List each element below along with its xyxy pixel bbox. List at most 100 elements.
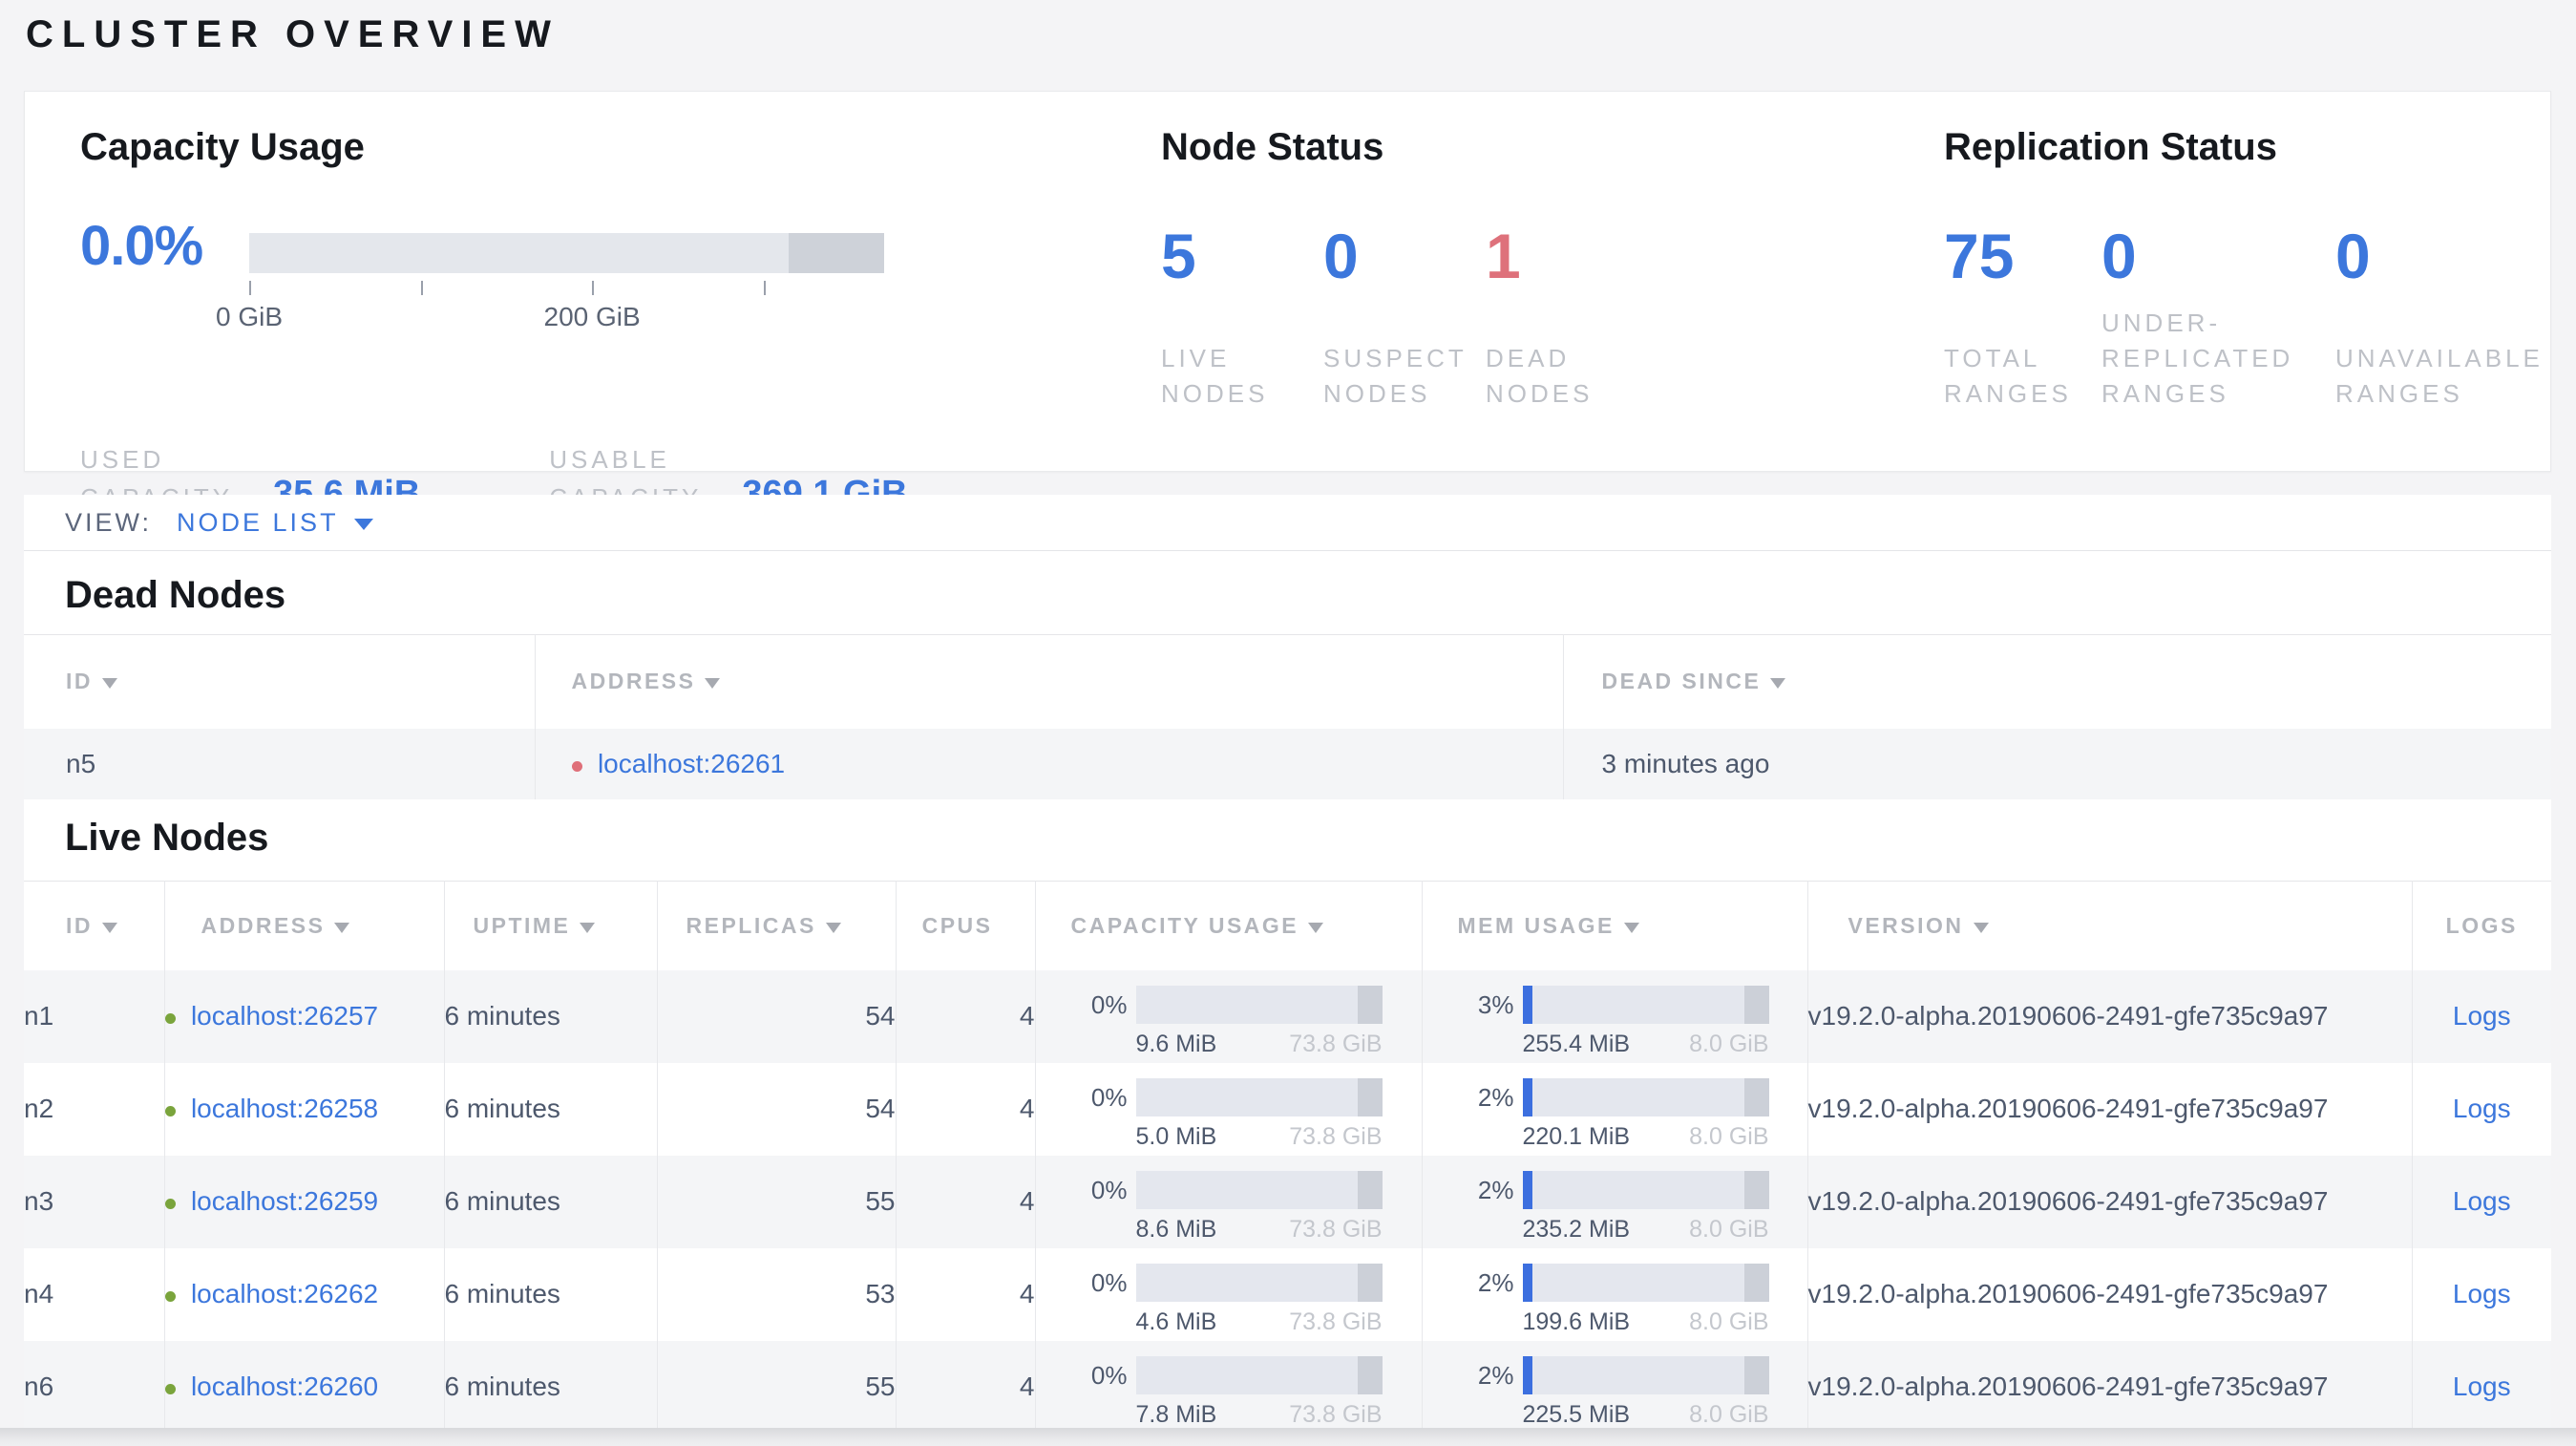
mem-bar-reserved-segment bbox=[1743, 1077, 1769, 1116]
sort-arrow-icon bbox=[102, 922, 117, 933]
axis-tick bbox=[420, 281, 423, 295]
dead-col-header-id[interactable]: ID bbox=[24, 634, 536, 729]
capacity-bar-reserved-segment bbox=[1357, 1263, 1383, 1302]
cluster-overview-page: CLUSTER OVERVIEW Capacity Usage 0.0% 0 G… bbox=[0, 0, 2576, 1446]
mem-total-value: 8.0 GiB bbox=[1689, 1400, 1769, 1428]
live-node-replicas: 55 bbox=[657, 1155, 897, 1248]
live-node-cpus: 4 bbox=[896, 1155, 1036, 1248]
live-node-address-cell: localhost:26257 bbox=[164, 969, 445, 1063]
capacity-bar-track bbox=[249, 233, 884, 273]
live-node-address-link[interactable]: localhost:26258 bbox=[191, 1094, 378, 1123]
live-node-uptime: 6 minutes bbox=[444, 1247, 658, 1341]
live-nodes-rows: n1 localhost:26257 6 minutes 54 4 0% 9.6… bbox=[24, 969, 2551, 1434]
live-node-row: n6 localhost:26260 6 minutes 55 4 0% 7.8… bbox=[24, 1340, 2551, 1434]
node-status-panel: Node Status 5 LIVE NODES 0 SUSPECT NODES… bbox=[1137, 92, 1710, 471]
live-node-mem-cell: 2% 220.1 MiB 8.0 GiB bbox=[1422, 1062, 1808, 1156]
live-node-capacity-cell: 0% 8.6 MiB 73.8 GiB bbox=[1035, 1155, 1423, 1248]
logs-link[interactable]: Logs bbox=[2453, 1372, 2511, 1401]
live-node-address-link[interactable]: localhost:26260 bbox=[191, 1372, 378, 1401]
mem-usage-bar bbox=[1522, 1170, 1769, 1209]
live-node-logs-cell: Logs bbox=[2412, 970, 2551, 1063]
view-dropdown[interactable]: NODE LIST bbox=[177, 508, 373, 538]
live-node-logs-cell: Logs bbox=[2412, 1248, 2551, 1341]
live-node-logs-cell: Logs bbox=[2412, 1341, 2551, 1434]
live-node-uptime: 6 minutes bbox=[444, 1155, 658, 1248]
live-node-replicas: 54 bbox=[657, 969, 897, 1063]
chevron-down-icon bbox=[353, 518, 373, 530]
mem-bar-fill bbox=[1522, 1263, 1532, 1302]
dead-col-header-dead-since[interactable]: DEAD SINCE bbox=[1563, 635, 2551, 729]
live-node-capacity-cell: 0% 5.0 MiB 73.8 GiB bbox=[1035, 1062, 1423, 1156]
capacity-total-value: 73.8 GiB bbox=[1289, 1122, 1383, 1150]
live-nodes-stat: 5 LIVE NODES bbox=[1161, 223, 1323, 412]
sort-arrow-icon bbox=[1973, 922, 1989, 933]
axis-tick-label: 0 GiB bbox=[215, 302, 284, 331]
mem-bar-fill bbox=[1522, 1170, 1532, 1209]
live-col-header-mem-usage[interactable]: MEM USAGE bbox=[1422, 881, 1808, 970]
mem-used-value: 220.1 MiB bbox=[1522, 1122, 1631, 1150]
nodes-sheet: Dead Nodes ID ADDRESS DEAD SINCE n5 loca… bbox=[24, 551, 2551, 1435]
under-replicated-ranges-count: 0 bbox=[2101, 221, 2137, 291]
live-node-uptime: 6 minutes bbox=[444, 1062, 658, 1156]
live-col-header-replicas[interactable]: REPLICAS bbox=[657, 881, 897, 970]
live-col-header-capacity-usage[interactable]: CAPACITY USAGE bbox=[1035, 881, 1423, 970]
live-node-row: n4 localhost:26262 6 minutes 53 4 0% 4.6… bbox=[24, 1247, 2551, 1341]
live-node-id: n3 bbox=[24, 1155, 165, 1248]
live-col-header-uptime[interactable]: UPTIME bbox=[444, 881, 658, 970]
live-node-address-link[interactable]: localhost:26259 bbox=[191, 1186, 378, 1216]
live-node-id: n1 bbox=[24, 969, 165, 1063]
summary-card: Capacity Usage 0.0% 0 GiB 200 GiB USED C… bbox=[24, 91, 2551, 514]
logs-link[interactable]: Logs bbox=[2453, 1094, 2511, 1123]
dead-nodes-table: ID ADDRESS DEAD SINCE n5 localhost:26261… bbox=[24, 634, 2551, 799]
live-node-capacity-cell: 0% 9.6 MiB 73.8 GiB bbox=[1035, 969, 1423, 1063]
capacity-used-value: 4.6 MiB bbox=[1135, 1308, 1217, 1335]
dead-node-dead-since: 3 minutes ago bbox=[1601, 748, 1770, 778]
page-title: CLUSTER OVERVIEW bbox=[26, 13, 560, 55]
dead-node-id: n5 bbox=[24, 728, 536, 799]
view-label: VIEW: bbox=[65, 507, 153, 537]
live-node-replicas: 53 bbox=[657, 1247, 897, 1341]
live-col-header-address[interactable]: ADDRESS bbox=[164, 881, 445, 970]
live-node-uptime: 6 minutes bbox=[444, 969, 658, 1063]
live-node-address-link[interactable]: localhost:26257 bbox=[191, 1001, 378, 1031]
live-node-address-link[interactable]: localhost:26262 bbox=[191, 1279, 378, 1308]
live-node-address-cell: localhost:26262 bbox=[164, 1247, 445, 1341]
replication-status-panel: Replication Status 75 TOTAL RANGES 0 UND… bbox=[1920, 92, 2569, 471]
capacity-total-value: 73.8 GiB bbox=[1289, 1400, 1383, 1428]
dead-node-row: n5 localhost:26261 3 minutes ago bbox=[24, 728, 2551, 799]
mem-percent-label: 2% bbox=[1477, 1267, 1514, 1297]
live-node-mem-cell: 2% 225.5 MiB 8.0 GiB bbox=[1422, 1340, 1808, 1434]
axis-tick-label: 200 GiB bbox=[543, 302, 641, 331]
live-col-header-id[interactable]: ID bbox=[24, 881, 165, 970]
live-node-row: n3 localhost:26259 6 minutes 55 4 0% 8.6… bbox=[24, 1155, 2551, 1248]
view-dropdown-value[interactable]: NODE LIST bbox=[177, 508, 339, 538]
sort-arrow-icon bbox=[705, 678, 721, 690]
logs-link[interactable]: Logs bbox=[2453, 1186, 2511, 1216]
mem-percent-label: 2% bbox=[1477, 1082, 1514, 1112]
capacity-used-value: 8.6 MiB bbox=[1135, 1215, 1217, 1243]
under-replicated-ranges-stat: 0 UNDER- REPLICATED RANGES bbox=[2101, 223, 2335, 412]
mem-percent-label: 3% bbox=[1477, 989, 1514, 1019]
mem-usage-bar bbox=[1522, 1263, 1769, 1302]
capacity-percent: 0.0% bbox=[80, 215, 203, 277]
capacity-bar-reserved-segment bbox=[789, 233, 884, 273]
dead-node-address-link[interactable]: localhost:26261 bbox=[598, 749, 785, 778]
capacity-used-value: 9.6 MiB bbox=[1135, 1030, 1217, 1057]
dead-node-address-cell: localhost:26261 bbox=[535, 728, 1564, 799]
suspect-nodes-stat: 0 SUSPECT NODES bbox=[1323, 223, 1486, 412]
dead-nodes-label: DEAD NODES bbox=[1486, 344, 1594, 408]
capacity-usage-panel: Capacity Usage 0.0% 0 GiB 200 GiB USED C… bbox=[66, 92, 1126, 514]
capacity-percent-label: 0% bbox=[1090, 989, 1128, 1019]
capacity-bar-reserved-segment bbox=[1357, 1170, 1383, 1209]
capacity-bar-reserved-segment bbox=[1357, 1077, 1383, 1116]
mem-bar-reserved-segment bbox=[1743, 1263, 1769, 1302]
capacity-usage-bar bbox=[1135, 985, 1383, 1024]
capacity-bar-reserved-segment bbox=[1357, 1355, 1383, 1394]
live-col-header-version[interactable]: VERSION bbox=[1807, 881, 2413, 970]
dead-col-header-address[interactable]: ADDRESS bbox=[535, 634, 1564, 729]
logs-link[interactable]: Logs bbox=[2453, 1001, 2511, 1031]
logs-link[interactable]: Logs bbox=[2453, 1279, 2511, 1308]
live-node-capacity-cell: 0% 4.6 MiB 73.8 GiB bbox=[1035, 1247, 1423, 1341]
mem-used-value: 225.5 MiB bbox=[1522, 1400, 1631, 1428]
mem-used-value: 235.2 MiB bbox=[1522, 1215, 1631, 1243]
